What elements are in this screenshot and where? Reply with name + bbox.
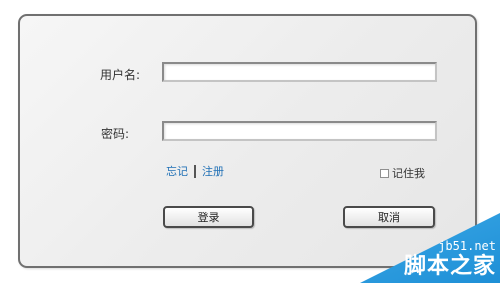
login-panel — [18, 14, 477, 268]
register-link[interactable]: 注册 — [202, 163, 224, 179]
username-input[interactable] — [162, 62, 437, 82]
watermark-brand: 脚本之家 — [403, 254, 496, 279]
password-input[interactable] — [162, 121, 437, 141]
link-divider — [194, 164, 196, 178]
forgot-password-link[interactable]: 忘记 — [166, 163, 188, 179]
account-links: 忘记 注册 — [166, 163, 224, 179]
cancel-button[interactable]: 取消 — [343, 206, 435, 228]
remember-me-label: 记住我 — [392, 167, 425, 180]
password-label: 密码: — [101, 127, 130, 141]
remember-me[interactable]: 记住我 — [380, 165, 425, 181]
login-button[interactable]: 登录 — [163, 206, 254, 228]
username-label: 用户名: — [100, 68, 141, 82]
screen: 用户名: 密码: 忘记 注册 记住我 登录 取消 jb51.net 脚本之家 — [0, 0, 500, 283]
remember-me-checkbox[interactable] — [380, 168, 389, 178]
